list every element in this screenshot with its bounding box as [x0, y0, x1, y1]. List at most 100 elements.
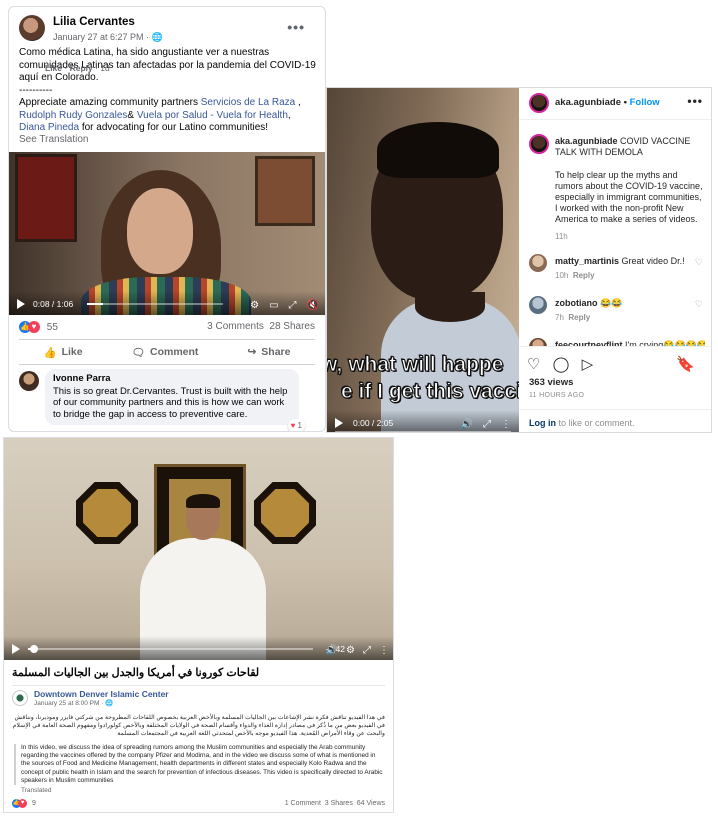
- see-translation-link[interactable]: See Translation: [19, 134, 89, 145]
- comment-text: This is so great Dr.Cervantes. Trust is …: [53, 385, 288, 420]
- dot-separator: •: [623, 97, 627, 108]
- gear-icon[interactable]: ⚙: [250, 300, 259, 311]
- instagram-post: w, what will happe e if I get this vacci…: [326, 87, 712, 433]
- commenter-name[interactable]: Ivonne Parra: [53, 373, 291, 385]
- play-icon[interactable]: [335, 418, 343, 428]
- comment-reply-link[interactable]: Reply: [568, 313, 590, 322]
- commenter-avatar[interactable]: [529, 296, 547, 314]
- speaker-hair: [377, 122, 499, 178]
- login-link[interactable]: Log in: [529, 418, 556, 428]
- tag-link-vuela[interactable]: Vuela por Salud - Vuela for Health: [137, 110, 288, 121]
- kebab-icon[interactable]: ⋮: [501, 419, 511, 430]
- more-options-icon[interactable]: •••: [687, 94, 703, 108]
- video-player[interactable]: -3:42 🔊 ⚙ ⤢ ⋮: [4, 438, 393, 660]
- globe-icon: 🌐: [151, 32, 163, 42]
- love-reaction-icon: ♥: [18, 799, 27, 808]
- comments-count[interactable]: 1 Comment: [285, 800, 321, 807]
- like-button[interactable]: 👍 Like: [44, 346, 83, 359]
- send-icon[interactable]: ▷: [582, 356, 594, 373]
- avatar[interactable]: [529, 93, 549, 113]
- tag-link-diana[interactable]: Diana Pineda: [19, 122, 79, 133]
- kebab-icon[interactable]: ⋮: [379, 645, 389, 656]
- page-logo[interactable]: [12, 690, 28, 706]
- heart-icon[interactable]: ♡: [527, 356, 540, 373]
- volume-icon[interactable]: 🔊: [461, 419, 473, 430]
- volume-icon[interactable]: 🔊: [326, 645, 338, 656]
- comment-reply-link[interactable]: Reply: [573, 271, 595, 280]
- share-button[interactable]: ↪ Share: [247, 346, 290, 358]
- comment-reactions[interactable]: ♥ 1: [287, 418, 305, 431]
- love-reaction-icon: ♥: [28, 321, 40, 333]
- comments-count[interactable]: 3 Comments: [207, 321, 264, 332]
- comment: zobotiano 😂😂 7h Reply ♡: [519, 296, 711, 330]
- video-seek-bar[interactable]: [28, 645, 313, 653]
- fullscreen-icon[interactable]: ⤢: [289, 300, 297, 311]
- translated-label[interactable]: Translated: [21, 787, 51, 794]
- reaction-count[interactable]: 55: [47, 322, 58, 333]
- post-sidebar: aka.agunbiade • Follow ••• aka.agunbiade…: [519, 88, 711, 432]
- post-text-translation: In this video, we discuss the idea of sp…: [14, 744, 385, 786]
- caption-username[interactable]: aka.agunbiade: [555, 136, 618, 146]
- video-seek-bar[interactable]: [87, 303, 223, 305]
- play-icon[interactable]: [17, 299, 25, 309]
- comment-username[interactable]: zobotiano: [555, 298, 598, 308]
- painting-decor: [255, 156, 315, 226]
- tag-link-servicios[interactable]: Servicios de La Raza: [201, 97, 296, 108]
- post-text: Como médica Latina, ha sido angustiante …: [19, 47, 319, 135]
- fullscreen-icon[interactable]: ⤢: [483, 419, 491, 430]
- post-date[interactable]: January 27 at 6:27 PM: [53, 32, 144, 42]
- video-subtitle-line1: w, what will happe: [327, 353, 504, 377]
- video-title[interactable]: لقاحات كورونا في أمريكا والجدل بين الجال…: [12, 666, 385, 686]
- shares-count[interactable]: 28 Shares: [269, 321, 315, 332]
- post-header: aka.agunbiade • Follow •••: [519, 88, 711, 120]
- avatar[interactable]: [529, 134, 549, 154]
- comment-icon[interactable]: ◯: [553, 356, 570, 373]
- heart-icon[interactable]: ♡: [695, 257, 703, 268]
- tag-link-rudolph[interactable]: Rudolph Rudy Gonzales: [19, 110, 127, 121]
- post-timestamp: 11 HOURS AGO: [529, 392, 585, 399]
- post-action-bar: ♡ ◯ ▷ 🔖 363 views 11 HOURS AGO Log in to…: [519, 346, 711, 432]
- commenter-avatar[interactable]: [529, 254, 547, 272]
- seek-handle[interactable]: [29, 645, 38, 653]
- video-player[interactable]: w, what will happe e if I get this vacci…: [327, 88, 519, 432]
- commenter-avatar[interactable]: [19, 371, 39, 391]
- comment-reply-link[interactable]: Reply: [70, 63, 93, 73]
- mute-icon[interactable]: 🔇: [307, 300, 319, 311]
- comment-bubble: Ivonne Parra This is so great Dr.Cervant…: [45, 369, 305, 431]
- video-time: 0:00 / 2:05: [353, 418, 394, 428]
- video-controls: 0:08 / 1:06 ⚙ ▭ ⤢ 🔇: [9, 291, 325, 315]
- bookmark-icon[interactable]: 🔖: [676, 355, 695, 373]
- comment-username[interactable]: matty_martinis: [555, 256, 619, 266]
- comment-button[interactable]: 🗨 Comment: [132, 346, 199, 359]
- post-stats: 👍♥ 9 1 Comment 3 Shares 64 Views: [12, 799, 385, 811]
- fullscreen-icon[interactable]: ⤢: [363, 645, 371, 656]
- gear-icon[interactable]: ⚙: [346, 645, 355, 656]
- comment-like-link[interactable]: Like: [45, 63, 62, 73]
- love-reaction-icon: ♥: [290, 420, 296, 430]
- page-name[interactable]: Downtown Denver Islamic Center: [34, 689, 169, 699]
- play-icon[interactable]: [12, 644, 20, 654]
- post-meta: January 27 at 6:27 PM · 🌐: [53, 32, 163, 43]
- pip-icon[interactable]: ▭: [269, 300, 278, 311]
- engagement-counts: 1 Comment 3 Shares 64 Views: [285, 800, 385, 807]
- follow-button[interactable]: Follow: [630, 97, 660, 108]
- more-options-icon[interactable]: •••: [287, 19, 305, 35]
- video-subtitle-line2: e if I get this vaccin: [341, 380, 519, 404]
- author-name[interactable]: Lilia Cervantes: [53, 16, 135, 28]
- post-header: Lilia Cervantes January 27 at 6:27 PM · …: [19, 15, 317, 49]
- meta-separator: ·: [146, 32, 150, 42]
- avatar[interactable]: [19, 15, 45, 41]
- reaction-count[interactable]: 9: [32, 800, 36, 807]
- views-count[interactable]: 64 Views: [357, 800, 385, 807]
- caption-heading: aka.agunbiade COVID VACCINE TALK WITH DE…: [555, 136, 691, 157]
- comment-icon: 🗨: [131, 346, 145, 359]
- shares-count[interactable]: 3 Shares: [325, 800, 353, 807]
- username[interactable]: aka.agunbiade: [555, 97, 621, 108]
- video-seek-bar[interactable]: [335, 431, 511, 432]
- heart-icon[interactable]: ♡: [695, 299, 703, 310]
- video-player[interactable]: 0:08 / 1:06 ⚙ ▭ ⤢ 🔇: [9, 152, 325, 315]
- video-time: 0:08 / 1:06: [33, 299, 74, 309]
- comment-text: matty_martinis Great video Dr.!: [555, 256, 685, 266]
- video-control-icons: ⚙ ▭ ⤢ 🔇: [250, 300, 319, 311]
- view-count[interactable]: 363 views: [529, 377, 573, 388]
